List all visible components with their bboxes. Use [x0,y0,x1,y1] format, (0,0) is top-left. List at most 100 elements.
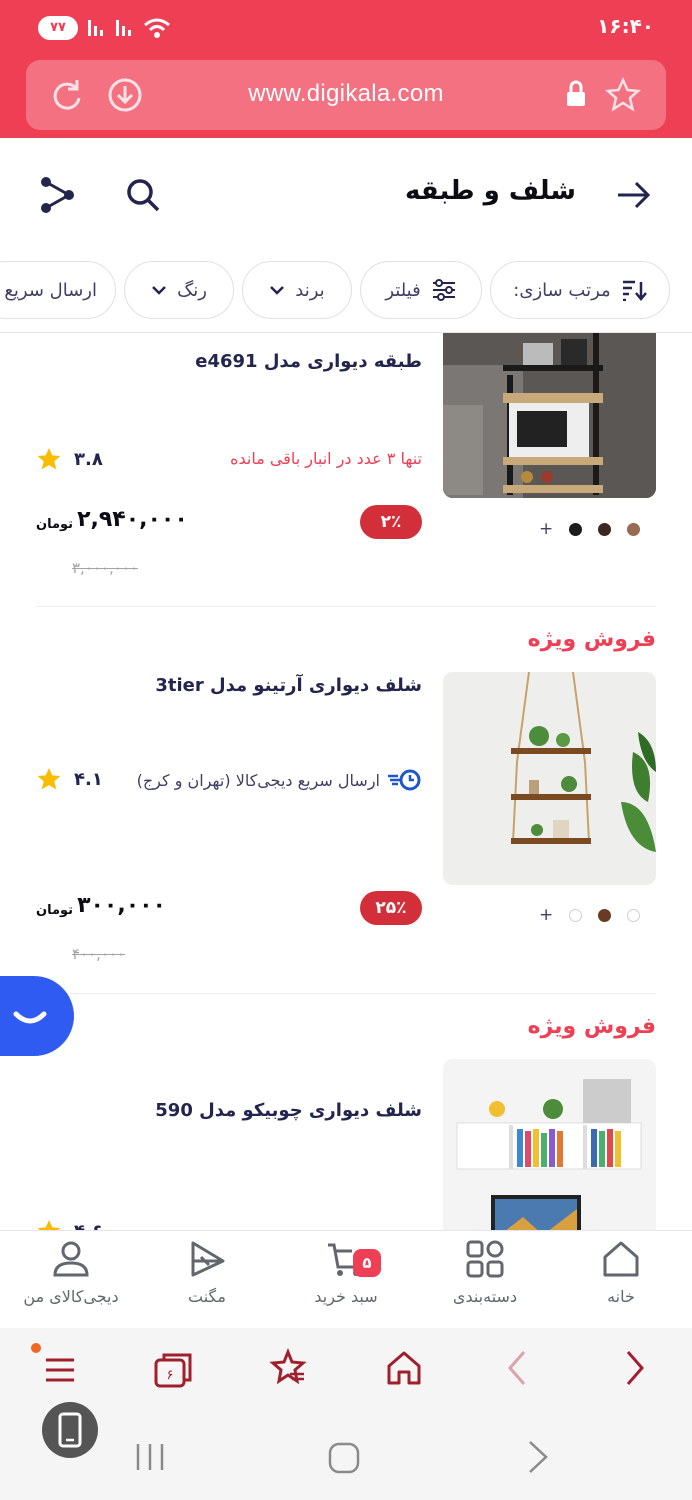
color-swatch[interactable] [569,908,582,922]
page-title: شلف و طبقه [405,176,576,206]
back-arrow-icon[interactable] [616,178,652,212]
fast-shipping-label: ارسال سریع [4,279,97,301]
system-back-icon[interactable] [526,1440,550,1474]
chevron-down-icon [152,286,166,295]
home-page-icon[interactable] [384,1348,424,1388]
nav-home[interactable]: خانه [556,1239,686,1306]
fast-delivery-icon [388,769,421,791]
product-card[interactable]: فروش ویژه شلف دیواری چوبیکو مدل 590 ۴.۶ [0,994,692,1230]
star-icon [37,448,61,470]
user-icon [53,1241,89,1277]
product-image[interactable] [443,333,656,498]
wifi-icon [144,18,170,38]
nav-magnet-label: مگنت [188,1287,226,1306]
back-icon[interactable] [502,1348,532,1388]
old-price: ۴۰۰,۰۰۰ [72,945,126,963]
menu-icon[interactable] [40,1348,80,1388]
search-icon[interactable] [124,176,162,214]
color-swatch[interactable] [598,522,611,536]
system-navigation [0,1414,692,1500]
product-name[interactable]: شلف دیواری آرتینو مدل 3tier [155,675,422,696]
nav-categories-label: دسته‌بندی [452,1287,518,1306]
recents-icon[interactable] [134,1442,166,1472]
address-bar[interactable]: www.digikala.com [26,60,666,130]
color-swatch[interactable] [598,908,611,922]
rating-value: ۴.۶ [74,1221,103,1231]
price-value: ۲,۹۴۰,۰۰۰ [77,507,188,532]
color-swatches: + [539,905,640,925]
tabs-count: ۶ [167,1368,174,1383]
phone-icon [58,1412,82,1448]
filter-chip[interactable]: فیلتر [360,261,482,319]
discount-badge: ۲۵٪ [360,891,422,925]
star-icon [37,768,61,790]
signal-icon [88,20,103,36]
floating-phone-button[interactable] [42,1402,98,1458]
sort-label: مرتب سازی: [513,279,611,301]
product-price: تومان ۲,۹۴۰,۰۰۰ [36,507,188,532]
nav-home-label: خانه [607,1287,635,1306]
shipping-text: ارسال سریع دیجی‌کالا (تهران و کرج) [136,770,380,790]
magnet-icon [191,1241,225,1277]
nav-profile[interactable]: دیجی‌کالای من [6,1239,136,1306]
share-icon[interactable] [38,176,76,214]
special-sale-badge: فروش ویژه [527,627,656,652]
more-colors-icon[interactable]: + [539,905,553,925]
product-name[interactable]: طبقه دیواری مدل e4691 [195,351,422,372]
color-swatch[interactable] [627,522,640,536]
notification-dot-icon [31,1343,41,1353]
rating-value: ۴.۱ [74,768,103,790]
product-name[interactable]: شلف دیواری چوبیکو مدل 590 [155,1100,422,1121]
product-rating: ۳.۸ [36,446,103,472]
nav-categories[interactable]: دسته‌بندی [420,1239,550,1306]
filter-label: فیلتر [385,279,421,301]
more-colors-icon[interactable]: + [539,519,553,539]
product-card[interactable]: فروش ویژه شلف دیواری آرتینو مدل 3tier ار… [0,607,692,993]
color-swatch[interactable] [569,522,582,536]
signal-indicators [86,16,172,40]
currency-label: تومان [36,517,74,532]
product-rating: ۴.۶ [36,1218,103,1230]
color-label: رنگ [177,279,207,301]
fast-shipping-chip[interactable]: ارسال سریع [0,261,116,319]
shipping-info: ارسال سریع دیجی‌کالا (تهران و کرج) [137,769,422,791]
cart-count-badge: ۵ [353,1249,381,1277]
chat-button[interactable] [0,976,74,1056]
brand-chip[interactable]: برند [242,261,352,319]
rating-value: ۳.۸ [74,448,103,470]
home-button-icon[interactable] [328,1442,360,1474]
sort-icon [622,280,647,301]
sort-chip[interactable]: مرتب سازی: [490,261,670,319]
price-value: ۳۰۰,۰۰۰ [77,893,166,918]
currency-label: تومان [36,903,74,918]
old-price: ۳,۰۰۰,۰۰۰ [72,559,138,577]
category-icon [466,1240,504,1278]
color-swatch[interactable] [627,908,640,922]
product-image[interactable] [443,672,656,885]
lock-icon [567,80,585,106]
battery-indicator: ۷۷ [38,16,78,40]
color-chip[interactable]: رنگ [124,261,234,319]
sliders-icon [432,279,455,301]
product-card[interactable]: طبقه دیواری مدل e4691 تنها ۳ عدد در انبا… [0,333,692,605]
bookmark-star-icon[interactable] [604,76,642,114]
smile-icon [13,1011,47,1024]
product-image[interactable] [443,1059,656,1230]
forward-icon[interactable] [620,1348,650,1388]
bottom-navigation: خانه دسته‌بندی ۵ سبد خرید مگنت دیجی‌کالا… [0,1230,692,1328]
clock: ۱۶:۴۰ [597,14,654,38]
browser-top-bar: ۷۷ ۱۶:۴۰ www.digikala.com [0,0,692,138]
product-rating: ۴.۱ [36,766,103,792]
tabs-icon[interactable]: ۶ [152,1348,196,1392]
status-bar: ۷۷ ۱۶:۴۰ [0,0,692,58]
page-header: شلف و طبقه [0,138,692,248]
nav-cart[interactable]: ۵ سبد خرید [281,1239,411,1306]
nav-magnet[interactable]: مگنت [142,1239,272,1306]
browser-toolbar: ۶ [0,1328,692,1414]
home-icon [603,1241,639,1277]
signal-icon [116,20,131,36]
filter-bar: مرتب سازی: فیلتر برند رنگ ارسال سریع [0,258,692,322]
star-icon [37,1220,61,1230]
discount-badge: ۲٪ [360,505,422,539]
bookmarks-icon[interactable] [268,1348,308,1388]
